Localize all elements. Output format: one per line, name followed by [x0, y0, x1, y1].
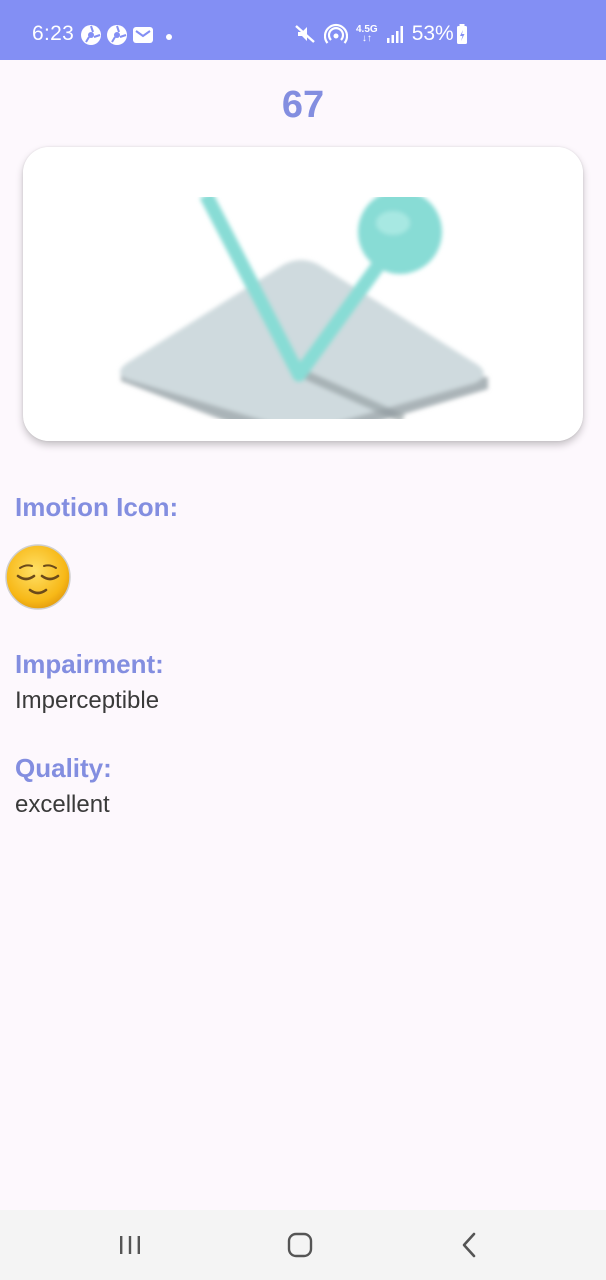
back-button[interactable]: [450, 1228, 490, 1262]
network-activity-arrows: ↓↑: [361, 33, 372, 44]
notification-dot: [166, 34, 172, 40]
system-icons: 4.5G ↓↑ 53%: [294, 22, 468, 46]
impairment-value: Imperceptible: [15, 687, 160, 714]
navigation-bar: [0, 1210, 606, 1280]
motion-sensor-illustration: [23, 147, 583, 441]
impairment-label: Impairment:: [15, 649, 164, 679]
app-notification-icon: [81, 25, 101, 45]
home-button[interactable]: [280, 1228, 320, 1262]
battery-percentage: 53%: [411, 22, 454, 45]
quality-label: Quality:: [15, 753, 112, 783]
network-type: 4.5G ↓↑: [356, 25, 378, 44]
hotspot-icon: [324, 23, 348, 44]
signal-icon: [386, 26, 403, 43]
relieved-face-emoji-icon: [5, 544, 71, 610]
battery-icon: [456, 24, 467, 44]
emotion-icon-label: Imotion Icon:: [15, 492, 179, 522]
illustration-card: [23, 147, 583, 441]
status-time: 6:23: [32, 22, 75, 45]
app-notification-icon: [107, 25, 127, 45]
score-value: 67: [281, 84, 325, 126]
recent-apps-icon: [120, 1236, 140, 1254]
back-icon: [462, 1232, 476, 1258]
status-bar: 6:23 4.5G ↓↑ 53%: [0, 0, 606, 60]
mute-icon: [295, 25, 315, 43]
quality-value: excellent: [15, 791, 110, 818]
recent-apps-button[interactable]: [110, 1228, 150, 1262]
email-icon: [133, 27, 153, 43]
home-icon: [287, 1232, 313, 1258]
notification-icons: [80, 24, 154, 46]
